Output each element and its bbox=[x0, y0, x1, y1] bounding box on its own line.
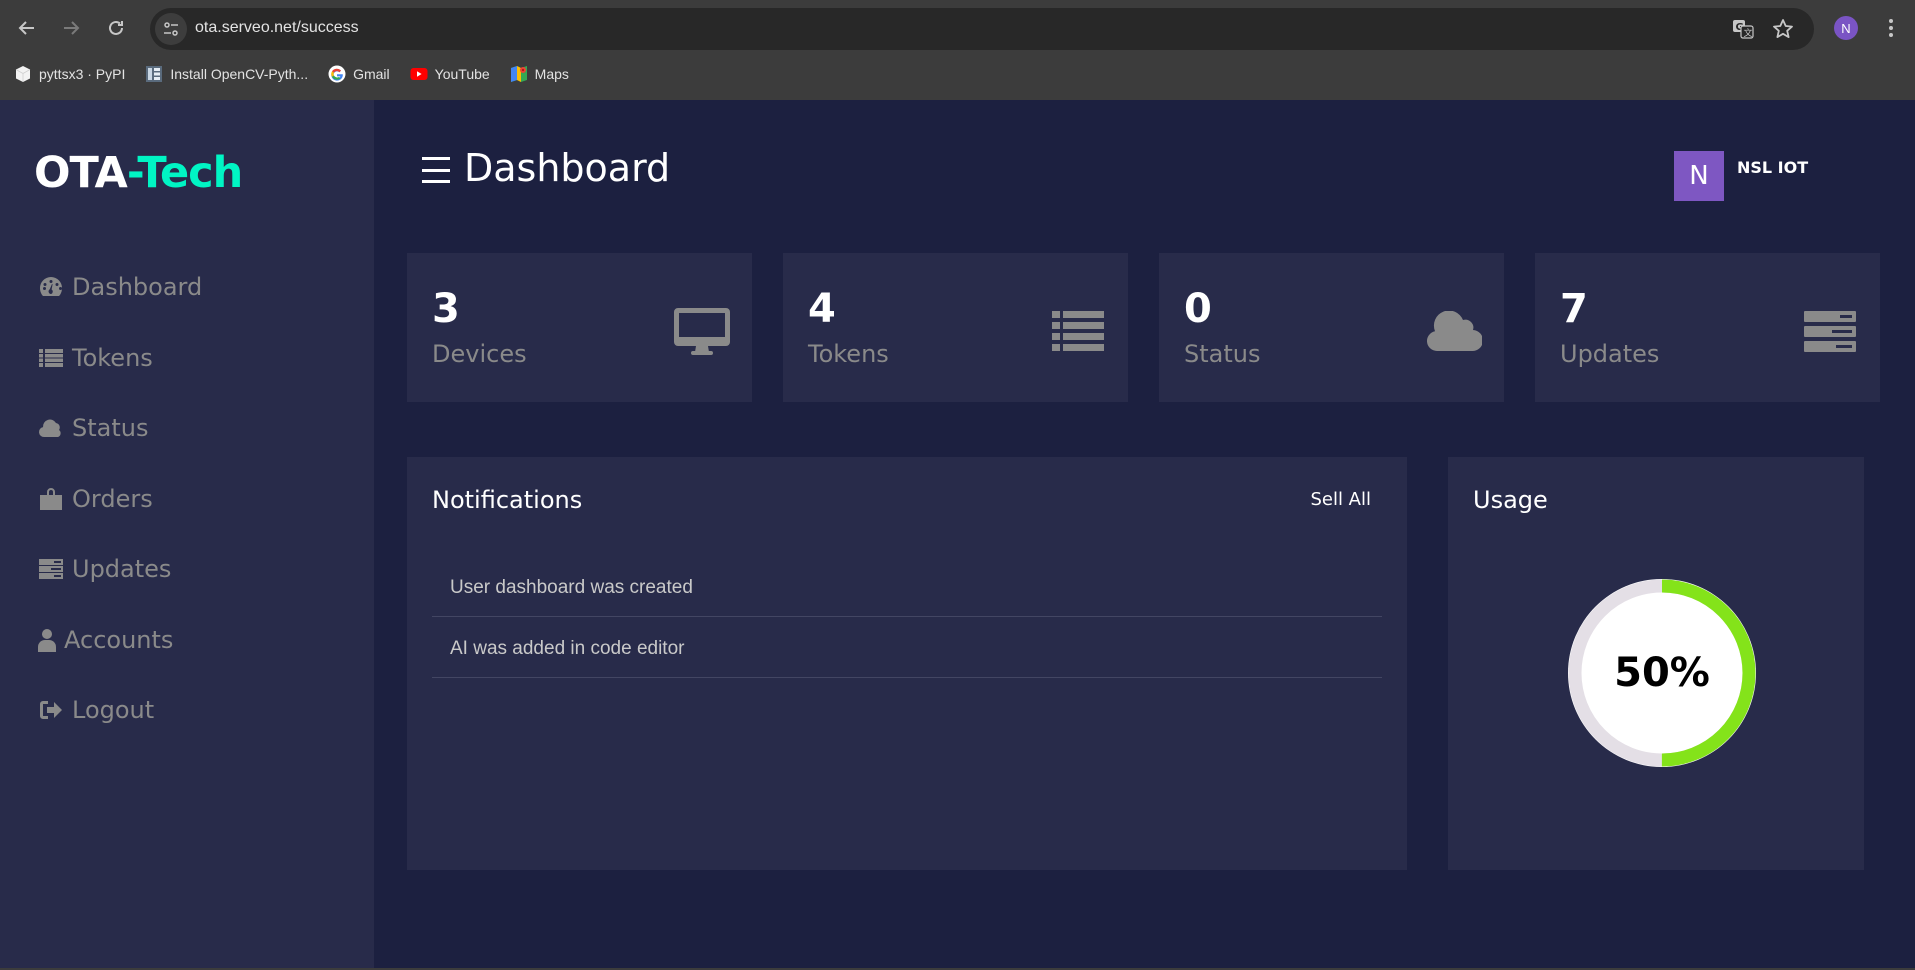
bookmark-label: Gmail bbox=[353, 66, 390, 82]
reload-button[interactable] bbox=[102, 14, 130, 42]
bookmark-label: Install OpenCV-Pyth... bbox=[170, 66, 309, 82]
logo-accent-text: -Tech bbox=[126, 148, 243, 198]
server-icon bbox=[38, 556, 64, 582]
url-text[interactable]: ota.serveo.net/success bbox=[195, 19, 359, 37]
docs-icon bbox=[146, 66, 163, 82]
sidebar-item-dashboard[interactable]: Dashboard bbox=[38, 252, 202, 323]
bookmark-opencv[interactable]: Install OpenCV-Pyth... bbox=[145, 65, 308, 83]
bookmarks-bar: pyttsx3 · PyPI Install OpenCV-Pyth... Gm… bbox=[0, 58, 575, 90]
sidebar-item-label: Logout bbox=[72, 696, 155, 725]
stat-value: 0 bbox=[1184, 286, 1212, 332]
notifications-title: Notifications bbox=[432, 486, 583, 514]
stat-value: 4 bbox=[808, 286, 836, 332]
logout-icon bbox=[38, 697, 64, 723]
forward-button[interactable] bbox=[57, 14, 85, 42]
user-name: NSL IOT bbox=[1737, 158, 1809, 177]
bookmark-label: YouTube bbox=[434, 66, 490, 82]
bookmark-maps[interactable]: Maps bbox=[510, 65, 569, 83]
sidebar-item-tokens[interactable]: Tokens bbox=[38, 323, 202, 394]
list-item[interactable]: User dashboard was created bbox=[432, 556, 1382, 617]
sidebar-item-label: Updates bbox=[72, 555, 172, 584]
cloud-icon bbox=[38, 415, 64, 441]
usage-gauge: 50% bbox=[1568, 579, 1756, 767]
maps-icon bbox=[510, 66, 527, 82]
logo-primary-text: OTA bbox=[34, 148, 128, 198]
usage-title: Usage bbox=[1473, 486, 1548, 514]
main-content: Dashboard N NSL IOT 3 Devices 4 Tokens 0… bbox=[374, 100, 1915, 970]
arrow-left-icon bbox=[18, 21, 34, 35]
stat-card-status[interactable]: 0 Status bbox=[1159, 253, 1504, 402]
sidebar-item-updates[interactable]: Updates bbox=[38, 534, 202, 605]
sidebar-menu: Dashboard Tokens Status Orders Updates A… bbox=[38, 252, 202, 746]
brand-logo[interactable]: OTA-Tech bbox=[34, 148, 243, 198]
arrow-right-icon bbox=[64, 21, 80, 35]
stat-card-updates[interactable]: 7 Updates bbox=[1535, 253, 1880, 402]
sidebar-item-label: Dashboard bbox=[72, 273, 203, 302]
sidebar-item-label: Accounts bbox=[64, 625, 174, 654]
bookmark-label: pyttsx3 · PyPI bbox=[39, 66, 126, 82]
bookmark-label: Maps bbox=[534, 66, 569, 82]
notifications-panel: Notifications Sell All User dashboard wa… bbox=[407, 457, 1407, 870]
stat-label: Updates bbox=[1560, 340, 1660, 368]
stat-card-tokens[interactable]: 4 Tokens bbox=[783, 253, 1128, 402]
stat-label: Tokens bbox=[808, 340, 889, 368]
user-icon bbox=[38, 627, 56, 653]
profile-avatar-button[interactable]: N bbox=[1834, 16, 1858, 40]
translate-button[interactable]: G文 bbox=[1731, 17, 1755, 41]
see-all-link[interactable]: Sell All bbox=[1310, 489, 1371, 510]
bookmark-pypi[interactable]: pyttsx3 · PyPI bbox=[14, 65, 125, 83]
star-icon bbox=[1773, 19, 1793, 38]
stat-card-devices[interactable]: 3 Devices bbox=[407, 253, 752, 402]
site-info-button[interactable] bbox=[155, 13, 187, 45]
sidebar-item-label: Tokens bbox=[72, 343, 153, 372]
back-button[interactable] bbox=[13, 14, 41, 42]
list-icon bbox=[1050, 308, 1106, 356]
youtube-icon bbox=[410, 68, 428, 80]
tune-icon bbox=[164, 22, 178, 36]
bookmark-star-button[interactable] bbox=[1771, 17, 1795, 41]
shopping-bag-icon bbox=[38, 486, 64, 512]
browser-chrome: ota.serveo.net/success G文 N pyttsx3 · Py… bbox=[0, 0, 1915, 100]
stat-label: Status bbox=[1184, 340, 1261, 368]
server-icon bbox=[1802, 308, 1858, 356]
usage-percent-label: 50% bbox=[1614, 650, 1710, 696]
stat-value: 7 bbox=[1560, 286, 1588, 332]
usage-panel: Usage 50% bbox=[1448, 457, 1864, 870]
address-bar[interactable]: ota.serveo.net/success G文 bbox=[150, 8, 1814, 50]
bookmark-youtube[interactable]: YouTube bbox=[410, 65, 490, 83]
notifications-list: User dashboard was created AI was added … bbox=[432, 556, 1382, 678]
cloud-icon bbox=[1426, 308, 1482, 356]
sidebar-item-logout[interactable]: Logout bbox=[38, 675, 202, 746]
avatar: N bbox=[1674, 151, 1724, 201]
sidebar-item-status[interactable]: Status bbox=[38, 393, 202, 464]
sidebar-item-label: Orders bbox=[72, 484, 153, 513]
menu-toggle-icon[interactable] bbox=[422, 157, 450, 183]
stat-value: 3 bbox=[432, 286, 460, 332]
stat-label: Devices bbox=[432, 340, 527, 368]
page-title: Dashboard bbox=[464, 146, 671, 190]
sidebar-item-orders[interactable]: Orders bbox=[38, 464, 202, 535]
browser-menu-button[interactable] bbox=[1884, 14, 1898, 42]
sidebar-item-accounts[interactable]: Accounts bbox=[38, 605, 202, 676]
reload-icon bbox=[109, 20, 123, 35]
sidebar: OTA-Tech Dashboard Tokens Status Orders … bbox=[0, 100, 374, 970]
svg-text:文: 文 bbox=[1744, 27, 1753, 39]
user-profile[interactable]: N NSL IOT bbox=[1674, 151, 1808, 201]
list-item[interactable]: AI was added in code editor bbox=[432, 617, 1382, 678]
bookmark-gmail[interactable]: Gmail bbox=[328, 65, 390, 83]
desktop-icon bbox=[674, 308, 730, 356]
package-icon bbox=[15, 66, 31, 82]
dashboard-icon bbox=[38, 274, 64, 300]
sidebar-item-label: Status bbox=[72, 414, 149, 443]
google-icon bbox=[328, 65, 346, 83]
translate-icon: G文 bbox=[1733, 20, 1754, 39]
list-icon bbox=[38, 345, 64, 371]
